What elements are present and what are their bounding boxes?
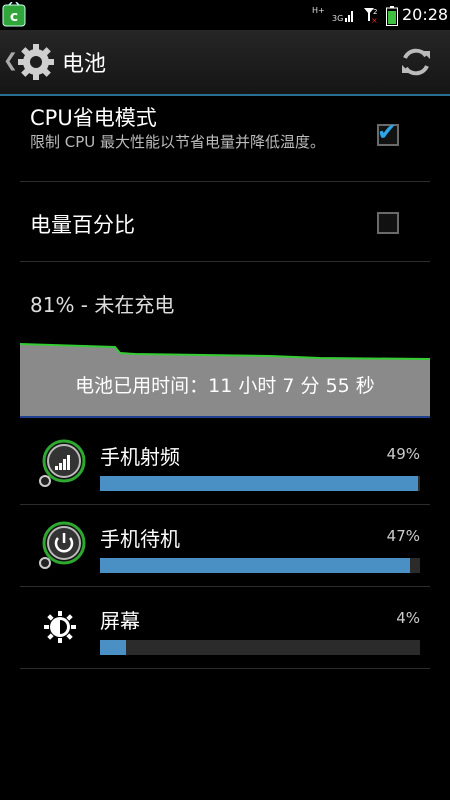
battery-percentage-checkbox[interactable] bbox=[377, 212, 399, 234]
data-activity-icon: H+ bbox=[312, 6, 325, 15]
usage-progress-fill bbox=[100, 640, 126, 655]
cpu-saver-checkbox[interactable]: ✔ bbox=[377, 118, 399, 146]
battery-status-text: 81% - 未在充电 bbox=[30, 293, 175, 317]
app-notification-icon: c bbox=[2, 2, 26, 27]
graph-baseline bbox=[20, 416, 430, 418]
svg-text:2: 2 bbox=[373, 8, 377, 16]
usage-progress-bar bbox=[100, 640, 420, 655]
power-icon bbox=[39, 521, 86, 569]
usage-progress-bar bbox=[100, 476, 420, 491]
cpu-saver-title: CPU省电模式 bbox=[30, 106, 157, 130]
checkmark-icon: ✔ bbox=[377, 118, 398, 146]
signal-strength-icon: 3G bbox=[332, 11, 353, 23]
svg-text:3G: 3G bbox=[332, 14, 343, 23]
usage-progress-bar bbox=[100, 558, 420, 573]
usage-item-percent: 4% bbox=[396, 609, 420, 627]
battery-percentage-setting[interactable]: 电量百分比 bbox=[20, 182, 430, 262]
clock: 20:28 bbox=[402, 5, 449, 24]
battery-percentage-title: 电量百分比 bbox=[30, 213, 135, 237]
cpu-saver-summary: 限制 CPU 最大性能以节省电量并降低温度。 bbox=[30, 133, 326, 151]
svg-text:×: × bbox=[371, 16, 378, 24]
usage-item-screen[interactable]: 屏幕 4% bbox=[20, 587, 430, 669]
usage-item-percent: 49% bbox=[386, 445, 420, 463]
page-title: 电池 bbox=[62, 52, 107, 77]
status-bar: c H+ 3G 2 × 20:28 bbox=[0, 0, 450, 30]
signal-icon bbox=[39, 439, 86, 487]
usage-item-name: 手机射频 bbox=[100, 445, 180, 469]
cpu-saver-setting[interactable]: CPU省电模式 限制 CPU 最大性能以节省电量并降低温度。 ✔ bbox=[20, 96, 430, 182]
battery-usage-time: 电池已用时间：11 小时 7 分 55 秒 bbox=[75, 375, 375, 397]
usage-progress-fill bbox=[100, 558, 411, 573]
action-bar: ❮ 电池 bbox=[0, 30, 450, 94]
usage-item-name: 手机待机 bbox=[100, 527, 180, 551]
usage-progress-fill bbox=[100, 476, 419, 491]
usage-item-cell-radio[interactable]: 手机射频 49% bbox=[20, 423, 430, 505]
usage-item-name: 屏幕 bbox=[100, 609, 140, 633]
usage-item-standby[interactable]: 手机待机 47% bbox=[20, 505, 430, 587]
refresh-icon[interactable] bbox=[396, 42, 436, 82]
settings-gear-icon[interactable] bbox=[16, 42, 56, 82]
svg-text:c: c bbox=[10, 9, 18, 25]
no-sim-icon: 2 × bbox=[364, 8, 378, 24]
brightness-icon bbox=[44, 611, 76, 643]
battery-icon bbox=[386, 6, 398, 26]
usage-item-percent: 47% bbox=[386, 527, 420, 545]
